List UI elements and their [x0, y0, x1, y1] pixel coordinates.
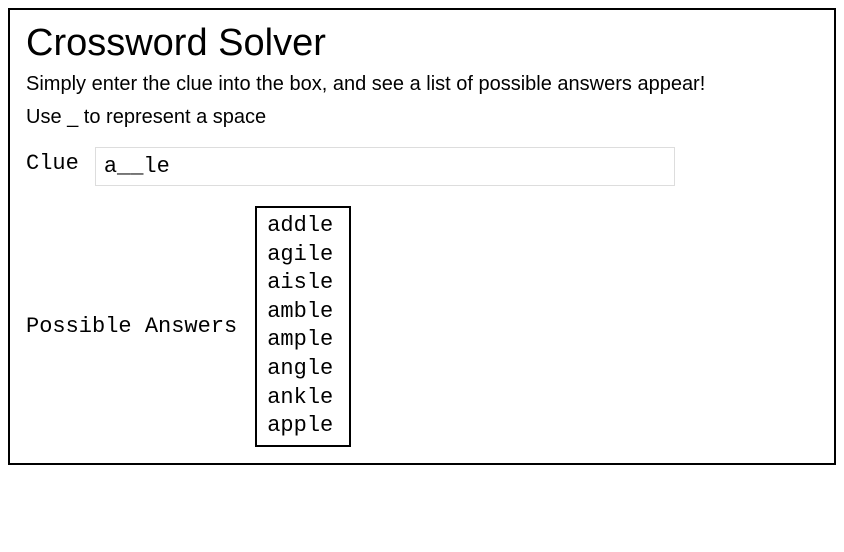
app-container: Crossword Solver Simply enter the clue i…: [8, 8, 836, 465]
answers-label: Possible Answers: [26, 314, 237, 339]
answer-item: agile: [267, 241, 339, 270]
answer-item: angle: [267, 355, 339, 384]
clue-row: Clue: [26, 147, 818, 186]
answers-box: addleagileaisleambleampleangleankleapple: [255, 206, 351, 447]
answer-item: addle: [267, 212, 339, 241]
page-subtitle: Simply enter the clue into the box, and …: [26, 73, 818, 96]
usage-hint: Use _ to represent a space: [26, 106, 818, 129]
page-title: Crossword Solver: [26, 22, 818, 65]
answer-item: amble: [267, 298, 339, 327]
answer-item: aisle: [267, 269, 339, 298]
answer-item: ample: [267, 326, 339, 355]
clue-label: Clue: [26, 147, 79, 176]
answer-item: apple: [267, 412, 339, 441]
answers-row: Possible Answers addleagileaisleambleamp…: [26, 206, 818, 447]
clue-input[interactable]: [95, 147, 675, 186]
answer-item: ankle: [267, 384, 339, 413]
